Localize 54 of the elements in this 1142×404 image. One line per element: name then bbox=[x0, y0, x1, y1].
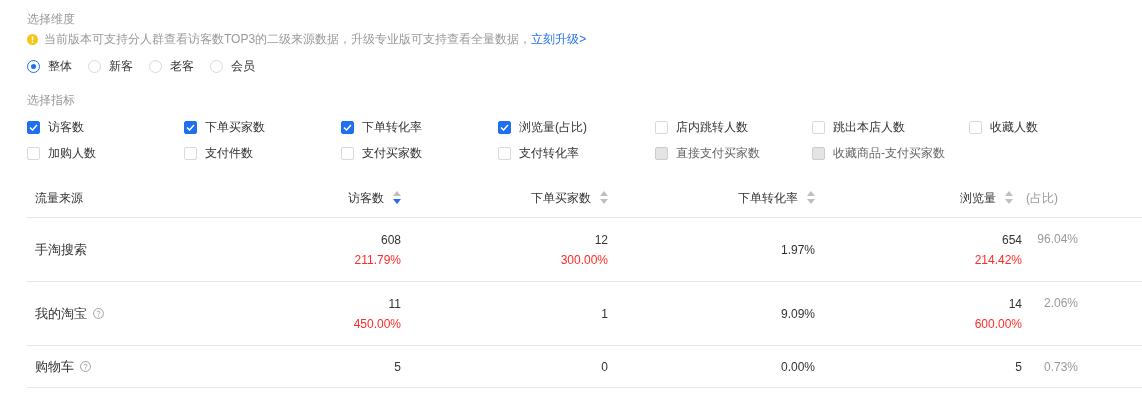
upgrade-link[interactable]: 立刻升级> bbox=[531, 30, 587, 48]
notice-text: 当前版本可支持分人群查看访客数TOP3的二级来源数据，升级专业版可支持查看全量数据， bbox=[44, 31, 532, 48]
conversion-rate: 9.09% bbox=[780, 305, 815, 323]
checkbox[interactable] bbox=[184, 120, 197, 134]
metric-checkbox-option[interactable]: 收藏人数 bbox=[969, 118, 1126, 136]
buyer-count: 1 bbox=[601, 305, 608, 323]
change-percent: 600.00% bbox=[974, 315, 1022, 333]
radio-option[interactable]: 新客 bbox=[88, 57, 149, 75]
section-title: 选择指标 bbox=[27, 92, 76, 109]
metric-checkbox-option[interactable]: 支付件数 bbox=[184, 144, 341, 162]
section-title: 选择维度 bbox=[27, 11, 76, 28]
metric-checkbox-option[interactable]: 跳出本店人数 bbox=[812, 118, 969, 136]
column-header-suffix: (占比) bbox=[1026, 189, 1058, 207]
column-header: 下单买家数 bbox=[531, 189, 591, 207]
column-header: 流量来源 bbox=[35, 189, 84, 207]
buyer-count: 0 bbox=[601, 358, 608, 376]
change-percent: 211.79% bbox=[354, 251, 401, 269]
metric-checkbox-option[interactable]: 店内跳转人数 bbox=[655, 118, 812, 136]
traffic-source: 购物车 bbox=[35, 357, 74, 376]
page-views: 654 bbox=[1001, 231, 1022, 249]
metric-checkbox-option[interactable]: 加购人数 bbox=[27, 144, 184, 162]
page-views: 14 bbox=[1008, 295, 1022, 313]
metric-checkbox-option[interactable]: 下单转化率 bbox=[341, 118, 498, 136]
column-header: 访客数 bbox=[348, 189, 384, 207]
metric-checkbox-option[interactable]: 浏览量(占比) bbox=[498, 118, 655, 136]
change-percent: 450.00% bbox=[353, 315, 401, 333]
radio-option[interactable]: 整体 bbox=[27, 57, 88, 75]
metric-checkbox-option[interactable]: 访客数 bbox=[27, 118, 184, 136]
visitor-count: 5 bbox=[394, 358, 401, 376]
buyer-count: 12 bbox=[594, 231, 608, 249]
warning-icon bbox=[27, 33, 38, 45]
checkbox[interactable] bbox=[341, 120, 354, 134]
column-header: 浏览量 bbox=[960, 189, 996, 207]
metric-checkbox-option[interactable]: 支付转化率 bbox=[498, 144, 655, 162]
traffic-source: 我的淘宝 bbox=[35, 304, 87, 323]
change-percent: 300.00% bbox=[560, 251, 608, 269]
conversion-rate: 1.97% bbox=[780, 241, 815, 259]
visitor-count: 608 bbox=[380, 231, 401, 249]
metric-checkbox-option[interactable]: 下单买家数 bbox=[184, 118, 341, 136]
share-percent: 0.73% bbox=[1043, 359, 1078, 376]
radio-option[interactable]: 老客 bbox=[149, 57, 210, 75]
share-percent: 2.06% bbox=[1043, 295, 1078, 312]
sort-icon[interactable] bbox=[393, 191, 401, 204]
share-percent: 96.04% bbox=[1037, 231, 1078, 248]
metric-checkbox-option[interactable]: 支付买家数 bbox=[341, 144, 498, 162]
conversion-rate: 0.00% bbox=[780, 358, 815, 376]
radio-option[interactable]: 会员 bbox=[210, 57, 271, 75]
traffic-source: 手淘搜索 bbox=[35, 240, 87, 259]
checkbox[interactable] bbox=[498, 120, 511, 134]
visitor-count: 11 bbox=[388, 295, 401, 313]
page-views: 5 bbox=[1015, 358, 1022, 376]
change-percent: 214.42% bbox=[974, 251, 1022, 269]
column-header: 下单转化率 bbox=[738, 189, 798, 207]
checkbox[interactable] bbox=[27, 120, 40, 134]
